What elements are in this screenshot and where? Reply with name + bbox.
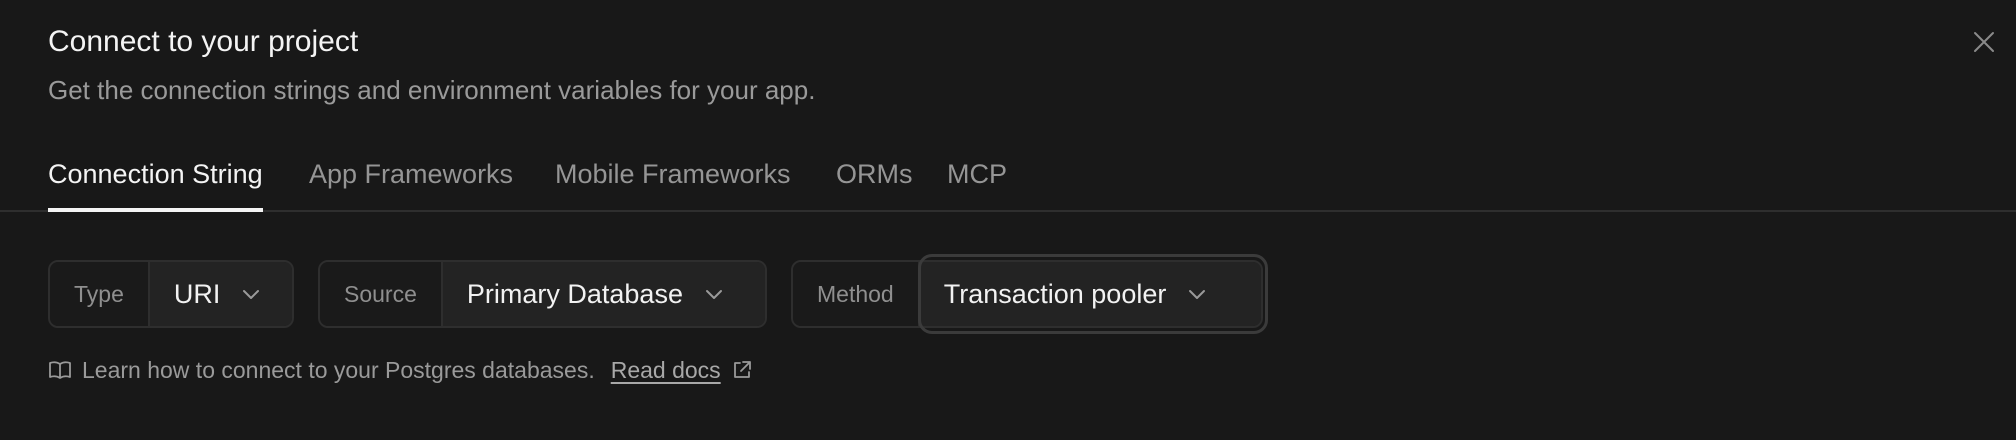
- book-icon: [48, 359, 72, 381]
- external-link-icon[interactable]: [731, 359, 753, 381]
- help-text: Learn how to connect to your Postgres da…: [82, 356, 595, 383]
- method-label: Method: [793, 262, 920, 326]
- source-selector: Source Primary Database: [318, 260, 767, 328]
- source-dropdown[interactable]: Primary Database: [442, 262, 765, 326]
- tab-bar: Connection String App Frameworks Mobile …: [0, 150, 2016, 212]
- close-button[interactable]: [1970, 28, 1998, 56]
- type-selector: Type URI: [48, 260, 294, 328]
- type-label: Type: [50, 262, 150, 326]
- chevron-down-icon: [1189, 290, 1206, 299]
- source-label: Source: [320, 262, 443, 326]
- chevron-down-icon: [243, 290, 260, 299]
- method-value: Transaction pooler: [943, 278, 1167, 309]
- close-icon: [1974, 32, 1994, 52]
- read-docs-link[interactable]: Read docs: [611, 357, 721, 384]
- tab-orms[interactable]: ORMs: [836, 150, 913, 210]
- source-value: Primary Database: [466, 278, 683, 309]
- chevron-down-icon: [705, 290, 722, 299]
- type-dropdown[interactable]: URI: [149, 262, 292, 326]
- method-selector: Method Transaction pooler: [791, 260, 1263, 328]
- type-value: URI: [173, 278, 221, 309]
- tab-app-frameworks[interactable]: App Frameworks: [309, 150, 513, 210]
- help-row: Learn how to connect to your Postgres da…: [48, 352, 753, 388]
- tab-connection-string[interactable]: Connection String: [48, 150, 263, 212]
- method-dropdown[interactable]: Transaction pooler: [919, 262, 1261, 326]
- dialog-subtitle: Get the connection strings and environme…: [48, 75, 816, 105]
- tab-mcp[interactable]: MCP: [947, 150, 1007, 210]
- connect-dialog: Connect to your project Get the connecti…: [0, 0, 2016, 440]
- tab-mobile-frameworks[interactable]: Mobile Frameworks: [555, 150, 791, 210]
- dialog-title: Connect to your project: [48, 25, 359, 58]
